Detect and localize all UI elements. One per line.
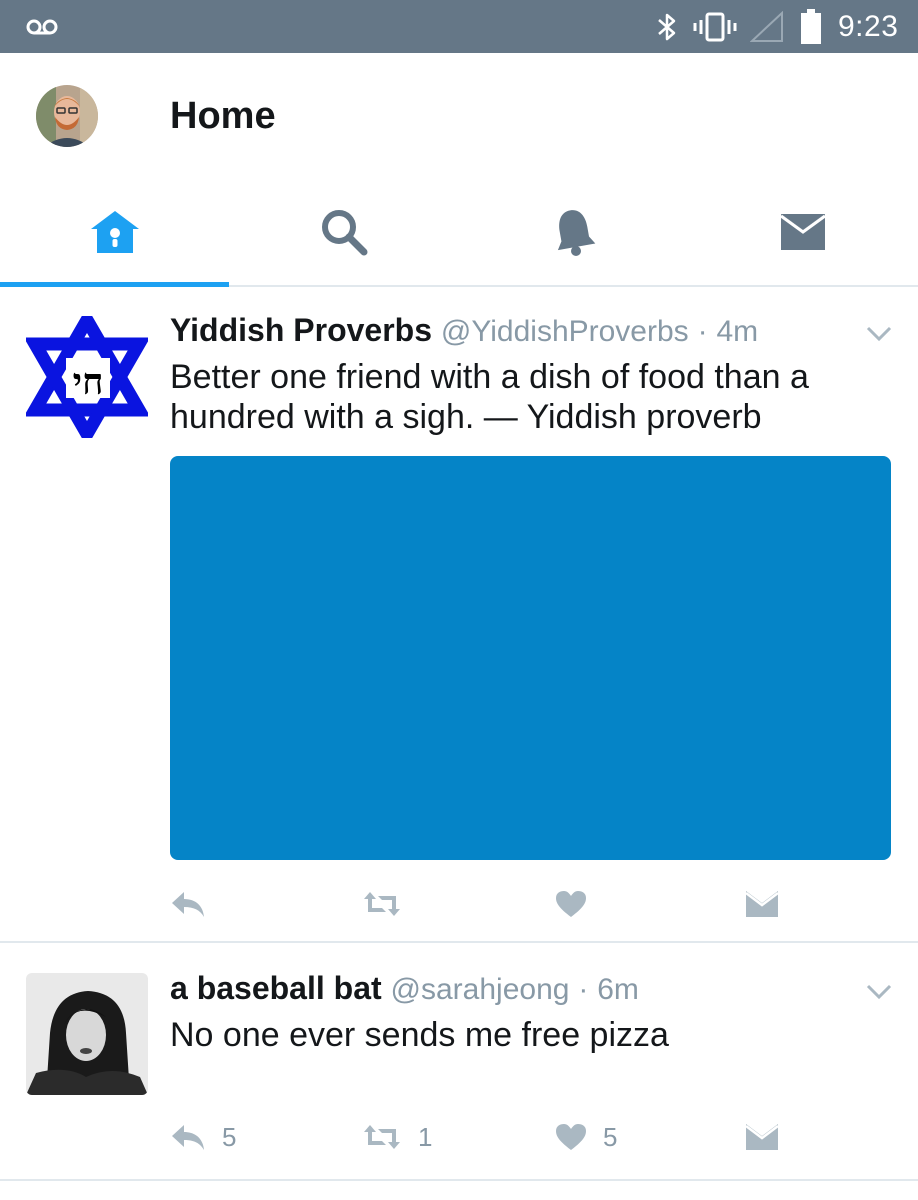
retweet-count: 1 bbox=[418, 1121, 433, 1152]
tweet-author-avatar[interactable] bbox=[26, 973, 148, 1095]
tab-messages[interactable] bbox=[688, 183, 917, 285]
tweet-header: a baseball bat @sarahjeong · 6m bbox=[170, 968, 639, 1010]
vibrate-icon bbox=[692, 0, 738, 53]
star-of-david-chai-icon: חי bbox=[26, 316, 148, 438]
tweet-author-handle[interactable]: @YiddishProverbs bbox=[441, 315, 689, 348]
reply-icon bbox=[172, 1125, 204, 1150]
profile-photo bbox=[26, 973, 148, 1095]
envelope-icon bbox=[745, 1124, 779, 1150]
voicemail-icon bbox=[26, 0, 58, 53]
tweet-author-handle[interactable]: @sarahjeong bbox=[391, 973, 570, 1006]
tweet[interactable]: חי Yiddish Proverbs @YiddishProverbs · 4… bbox=[0, 290, 918, 943]
tweet-actions bbox=[170, 884, 890, 924]
retweet-icon bbox=[364, 1125, 400, 1149]
reply-count: 5 bbox=[222, 1121, 237, 1152]
heart-icon bbox=[556, 891, 586, 917]
reply-icon bbox=[172, 892, 204, 917]
reply-button[interactable]: 5 bbox=[170, 1117, 236, 1157]
like-button[interactable]: 5 bbox=[555, 1117, 617, 1157]
retweet-button[interactable]: 1 bbox=[362, 1117, 432, 1157]
tweet-text: Better one friend with a dish of food th… bbox=[170, 358, 809, 436]
tab-notifications[interactable] bbox=[459, 183, 688, 285]
direct-message-button[interactable] bbox=[745, 1117, 779, 1157]
retweet-icon bbox=[364, 892, 400, 916]
heart-icon bbox=[556, 1124, 586, 1150]
status-time: 9:23 bbox=[838, 9, 899, 43]
chevron-down-icon bbox=[866, 326, 892, 342]
like-button[interactable] bbox=[555, 884, 603, 924]
tab-search[interactable] bbox=[229, 183, 458, 285]
battery-icon bbox=[800, 0, 822, 53]
tweet-separator: · bbox=[697, 315, 708, 348]
tweet-separator: · bbox=[578, 973, 589, 1006]
envelope-icon bbox=[745, 891, 779, 917]
chevron-down-icon bbox=[866, 984, 892, 1000]
like-count: 5 bbox=[603, 1121, 618, 1152]
tweet-actions: 5 1 5 bbox=[170, 1117, 890, 1157]
active-tab-indicator bbox=[0, 282, 229, 287]
bell-icon bbox=[552, 207, 596, 262]
app-header: Home bbox=[0, 53, 918, 183]
tweet-author-avatar[interactable]: חי bbox=[26, 316, 148, 438]
tweet-timestamp: 6m bbox=[597, 973, 639, 1006]
tweet-timestamp: 4m bbox=[716, 315, 759, 348]
tweet-text: No one ever sends me free pizza bbox=[170, 1016, 669, 1054]
search-icon bbox=[319, 207, 369, 262]
status-bar: 9:23 bbox=[0, 0, 918, 53]
tweet-options-button[interactable] bbox=[864, 324, 894, 344]
tweet-media[interactable] bbox=[170, 456, 891, 860]
profile-avatar[interactable] bbox=[36, 85, 98, 147]
svg-text:חי: חי bbox=[73, 361, 104, 403]
signal-icon bbox=[750, 0, 784, 53]
tweet-header: Yiddish Proverbs @YiddishProverbs · 4m bbox=[170, 310, 758, 352]
direct-message-button[interactable] bbox=[745, 884, 779, 924]
reply-button[interactable] bbox=[170, 884, 222, 924]
retweet-button[interactable] bbox=[362, 884, 418, 924]
bluetooth-icon bbox=[655, 0, 679, 53]
tweet[interactable]: a baseball bat @sarahjeong · 6m No one e… bbox=[0, 945, 918, 1181]
tweet-author-name[interactable]: a baseball bat bbox=[170, 970, 382, 1006]
tab-home[interactable] bbox=[0, 183, 229, 285]
envelope-icon bbox=[779, 212, 827, 257]
tweet-author-name[interactable]: Yiddish Proverbs bbox=[170, 312, 432, 348]
home-icon bbox=[89, 209, 141, 260]
tab-bar bbox=[0, 183, 918, 287]
tweet-options-button[interactable] bbox=[864, 982, 894, 1002]
page-title: Home bbox=[170, 95, 276, 137]
